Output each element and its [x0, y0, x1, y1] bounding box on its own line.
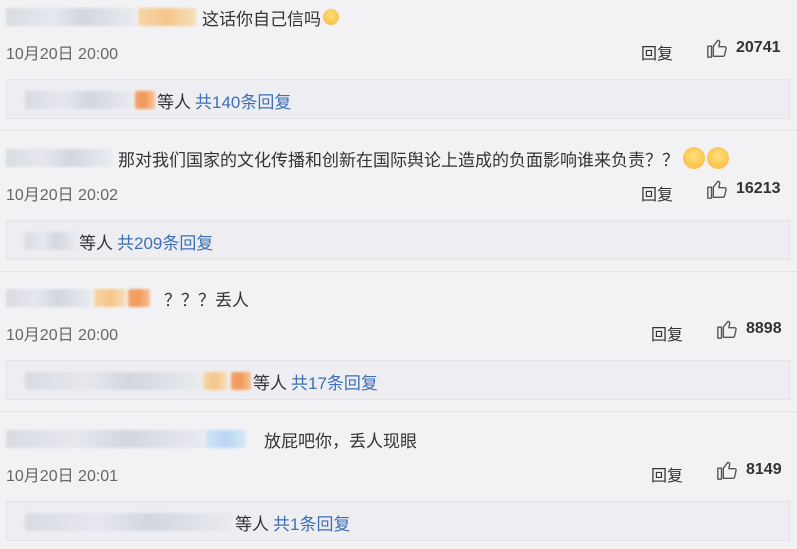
- thumbs-up-icon: [707, 39, 727, 58]
- view-replies-link[interactable]: 共209条回复: [117, 229, 213, 254]
- emoji-icon: [707, 147, 729, 169]
- emoji-icon: [683, 147, 705, 169]
- comment-text: 放屁吧你，丢人现眼: [264, 431, 417, 451]
- replier-names-blurred: [25, 372, 201, 390]
- username-blurred[interactable]: [6, 430, 206, 448]
- replier-badge-blurred: [231, 372, 251, 390]
- username-blurred[interactable]: [6, 8, 136, 26]
- sub-replies-box: 等人 共209条回复: [6, 220, 790, 260]
- replier-names-blurred: [25, 91, 133, 109]
- like-count: 8149: [746, 461, 782, 478]
- like-button[interactable]: 8149: [716, 459, 782, 481]
- comment-text: 那对我们国家的文化传播和创新在国际舆论上造成的负面影响谁来负责？？: [118, 150, 679, 170]
- comment-time: 10月20日 20:02: [6, 187, 119, 204]
- sub-replies-box: 等人 共140条回复: [6, 79, 790, 119]
- reply-button[interactable]: 回复: [641, 181, 673, 205]
- comment-time: 10月20日 20:01: [6, 468, 119, 485]
- username-blurred-badge: [138, 8, 196, 26]
- sub-replies-summary: 等人 共1条回复: [25, 510, 350, 535]
- sub-replies-summary: 等人 共140条回复: [25, 88, 291, 113]
- replier-badge-blurred: [203, 372, 227, 390]
- username-blurred[interactable]: [6, 149, 112, 167]
- sub-replies-suffix: 等人: [79, 233, 113, 253]
- username-blurred-badge: [128, 289, 150, 307]
- thumbs-up-icon: [717, 320, 737, 339]
- comment-line: ？？？丢人: [6, 286, 249, 310]
- replier-badge-blurred: [135, 91, 155, 109]
- sub-replies-box: 等人 共17条回复: [6, 360, 790, 400]
- like-button[interactable]: 16213: [706, 178, 781, 200]
- comment-line: 放屁吧你，丢人现眼: [6, 427, 417, 451]
- reply-button[interactable]: 回复: [651, 321, 683, 345]
- like-count: 16213: [736, 180, 781, 197]
- reply-button[interactable]: 回复: [641, 40, 673, 64]
- replier-names-blurred: [25, 232, 77, 250]
- divider: [0, 271, 797, 272]
- comment-time: 10月20日 20:00: [6, 46, 119, 63]
- like-button[interactable]: 20741: [706, 37, 781, 59]
- replier-names-blurred: [25, 513, 233, 531]
- sub-replies-summary: 等人 共17条回复: [25, 369, 378, 394]
- comment-line: 那对我们国家的文化传播和创新在国际舆论上造成的负面影响谁来负责？？: [6, 146, 729, 170]
- divider: [0, 130, 797, 131]
- sub-replies-suffix: 等人: [253, 373, 287, 393]
- sub-replies-suffix: 等人: [235, 514, 269, 534]
- view-replies-link[interactable]: 共17条回复: [291, 369, 378, 394]
- comment-line: 这话你自己信吗: [6, 5, 339, 29]
- like-count: 8898: [746, 320, 782, 337]
- thumbs-up-icon: [717, 461, 737, 480]
- sub-replies-box: 等人 共1条回复: [6, 501, 790, 541]
- thumbs-up-icon: [707, 180, 727, 199]
- username-blurred-badge: [206, 430, 246, 448]
- emoji-icon: [323, 9, 339, 25]
- sub-replies-summary: 等人 共209条回复: [25, 229, 213, 254]
- comment-time: 10月20日 20:00: [6, 327, 119, 344]
- comment-text: ？？？丢人: [164, 290, 249, 310]
- like-button[interactable]: 8898: [716, 318, 782, 340]
- username-blurred-badge: [94, 289, 126, 307]
- view-replies-link[interactable]: 共140条回复: [195, 88, 291, 113]
- divider: [0, 411, 797, 412]
- username-blurred[interactable]: [6, 289, 92, 307]
- comment-text: 这话你自己信吗: [202, 9, 321, 29]
- like-count: 20741: [736, 39, 781, 56]
- reply-button[interactable]: 回复: [651, 462, 683, 486]
- sub-replies-suffix: 等人: [157, 92, 191, 112]
- view-replies-link[interactable]: 共1条回复: [273, 510, 350, 535]
